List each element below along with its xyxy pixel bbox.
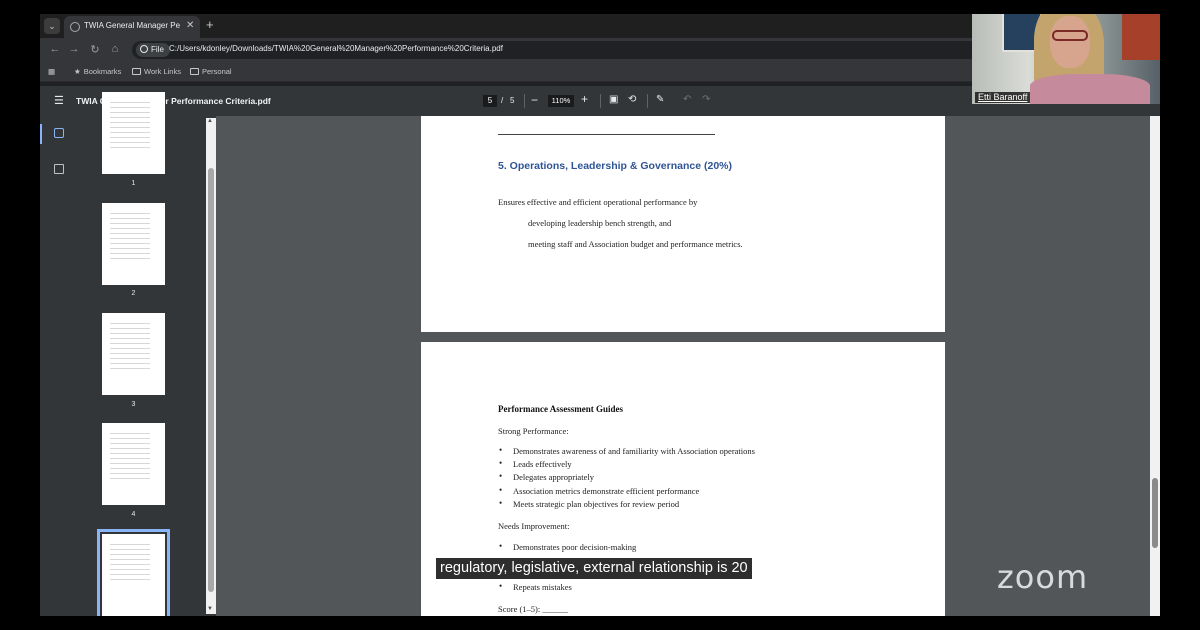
bookmark-item-work-links[interactable]: Work Links (132, 67, 181, 76)
section-paragraph: developing leadership bench strength, an… (528, 218, 672, 228)
browser-window: ⌄ TWIA General Manager Perform ✕ + ← → ↻… (40, 14, 1160, 616)
thumbnail-number: 1 (131, 180, 136, 187)
redo-icon[interactable]: ↷ (702, 94, 710, 105)
page-separator: / (501, 96, 504, 105)
score-line: Score (1–5): ______ (498, 604, 568, 614)
thumbnail-number: 3 (131, 401, 136, 408)
bookmark-label: Bookmarks (83, 67, 122, 76)
zoom-out-button[interactable]: − (531, 93, 538, 107)
scroll-down-arrow-icon[interactable]: ▼ (207, 606, 213, 612)
document-scrollbar-thumb[interactable] (1152, 478, 1158, 548)
folder-icon (190, 68, 199, 75)
tab-title: TWIA General Manager Perform (84, 21, 180, 30)
thumbnail-preview (110, 544, 150, 582)
new-tab-button[interactable]: + (206, 17, 214, 32)
info-icon (140, 45, 148, 53)
video-object (1122, 14, 1160, 60)
list-item: Association metrics demonstrate efficien… (498, 485, 755, 499)
thumbnails-view-icon[interactable] (54, 128, 64, 138)
star-icon: ★ (74, 67, 81, 76)
pdf-page: 5. Operations, Leadership & Governance (… (421, 116, 945, 332)
tab-close-icon[interactable]: ✕ (186, 20, 194, 31)
list-item: Leads effectively (498, 458, 755, 472)
page-thumbnail-2[interactable] (102, 203, 165, 285)
page-number-input[interactable]: 5 (483, 95, 497, 107)
thumbnail-preview (110, 102, 150, 152)
video-person-face (1050, 16, 1090, 68)
tab-search-button[interactable]: ⌄ (44, 18, 60, 34)
list-item: Repeats mistakes (498, 581, 572, 595)
thumbnail-sidebar: 1 2 3 4 5 ▲ ▼ (40, 92, 216, 616)
bookmark-label: Personal (202, 67, 232, 76)
bookmark-item-personal[interactable]: Personal (190, 67, 232, 76)
needs-improvement-list-continued: Repeats mistakes (498, 581, 572, 595)
list-item: Meets strategic plan objectives for revi… (498, 498, 755, 512)
list-item: Delegates appropriately (498, 471, 755, 485)
thumbnail-preview (110, 433, 150, 483)
live-caption: regulatory, legislative, external relati… (436, 558, 752, 579)
rotate-icon[interactable]: ⟲ (628, 94, 636, 105)
zoom-level-input[interactable]: 110% (548, 95, 574, 107)
page-thumbnail-4[interactable] (102, 423, 165, 505)
toolbar-divider (524, 94, 525, 108)
strong-performance-label: Strong Performance: (498, 426, 569, 436)
page-thumbnail-5[interactable] (97, 529, 170, 616)
site-info-chip[interactable]: File (136, 43, 170, 57)
document-outline-icon[interactable] (54, 164, 64, 174)
section-heading: 5. Operations, Leadership & Governance (… (498, 160, 732, 172)
site-chip-label: File (151, 45, 164, 54)
section-divider (498, 134, 715, 135)
menu-icon[interactable]: ☰ (54, 94, 64, 107)
needs-improvement-label: Needs Improvement: (498, 521, 570, 531)
bookmark-label: Work Links (144, 67, 181, 76)
thumbnail-number: 2 (131, 290, 136, 297)
assessment-heading: Performance Assessment Guides (498, 404, 623, 414)
zoom-in-button[interactable]: + (581, 92, 588, 106)
reload-icon[interactable]: ↻ (88, 43, 102, 56)
participant-video[interactable]: Etti Baranoff (972, 14, 1160, 104)
zoom-watermark: zoom (997, 558, 1089, 596)
apps-grid-icon[interactable]: ▦ (48, 67, 55, 76)
section-paragraph: meeting staff and Association budget and… (528, 239, 743, 249)
browser-tab-active[interactable]: TWIA General Manager Perform ✕ (64, 16, 200, 38)
section-paragraph: Ensures effective and efficient operatio… (498, 197, 698, 207)
toolbar-divider (647, 94, 648, 108)
thumbnail-preview (110, 323, 150, 373)
thumbnail-preview (110, 213, 150, 263)
video-person-shirt (1030, 74, 1150, 104)
url-text: C:/Users/kdonley/Downloads/TWIA%20Genera… (169, 44, 503, 53)
participant-name-label: Etti Baranoff (975, 92, 1031, 103)
active-view-indicator (40, 124, 42, 144)
globe-icon (70, 22, 80, 32)
video-person-glasses (1052, 30, 1088, 41)
strong-performance-list: Demonstrates awareness of and familiarit… (498, 445, 755, 512)
back-arrow-icon[interactable]: ← (48, 43, 62, 55)
folder-icon (132, 68, 141, 75)
bookmark-item-bookmarks[interactable]: ★ Bookmarks (74, 67, 121, 76)
document-viewer: 5. Operations, Leadership & Governance (… (216, 116, 1160, 616)
scroll-up-arrow-icon[interactable]: ▲ (207, 118, 213, 124)
needs-improvement-list: Demonstrates poor decision-making (498, 541, 636, 555)
home-icon[interactable]: ⌂ (108, 43, 122, 55)
thumbnail-number: 4 (131, 511, 136, 518)
forward-arrow-icon[interactable]: → (67, 43, 81, 55)
page-total: 5 (510, 96, 515, 105)
sidebar-scrollbar-thumb[interactable] (208, 168, 214, 592)
list-item: Demonstrates poor decision-making (498, 541, 636, 555)
page-thumbnail-1[interactable] (102, 92, 165, 174)
undo-icon[interactable]: ↶ (683, 94, 691, 105)
annotate-pen-icon[interactable]: ✎ (656, 94, 664, 105)
list-item: Demonstrates awareness of and familiarit… (498, 445, 755, 459)
toolbar-divider (600, 94, 601, 108)
fit-page-icon[interactable]: ▣ (609, 94, 618, 105)
page-thumbnail-3[interactable] (102, 313, 165, 395)
